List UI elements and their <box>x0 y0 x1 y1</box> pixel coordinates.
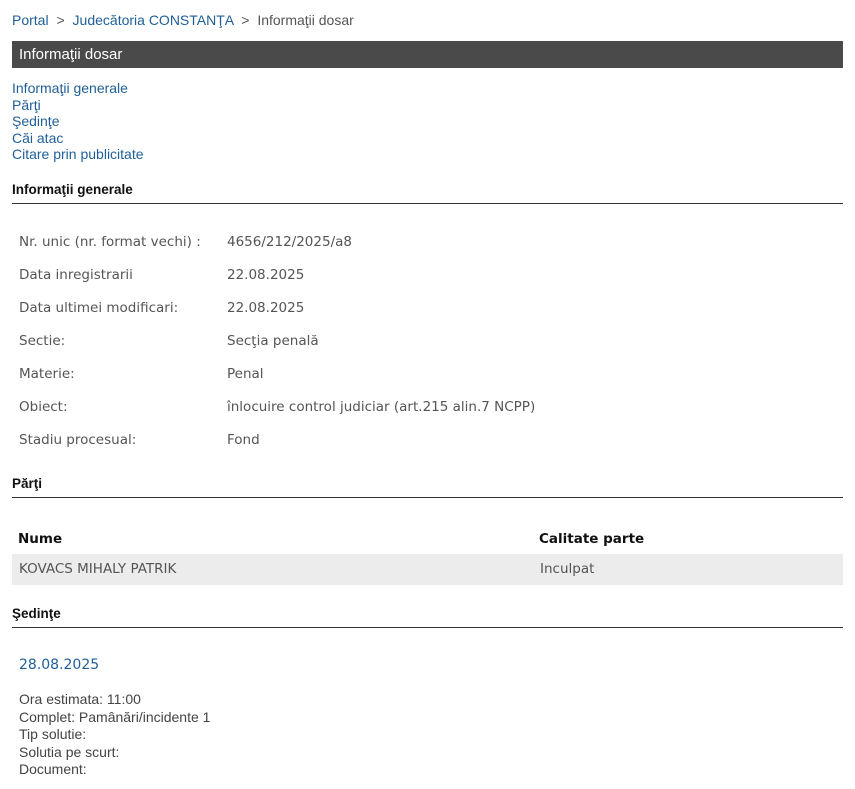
section-heading-informatii-generale: Informaţii generale <box>12 182 843 204</box>
breadcrumb-court-link[interactable]: Judecătoria CONSTANŢA <box>73 12 234 28</box>
breadcrumb: Portal > Judecătoria CONSTANŢA > Informa… <box>12 12 354 28</box>
hearing-panel: Complet: Pamânări/incidente 1 <box>19 708 211 725</box>
hearing-solution-summary: Solutia pe scurt: <box>19 743 120 760</box>
section-links: Informaţii generale Părţi Şedinţe Căi at… <box>12 80 144 163</box>
info-row: Materie: Penal <box>12 357 535 390</box>
section-heading-parti: Părţi <box>12 476 843 498</box>
toc-link-citare-publicitate[interactable]: Citare prin publicitate <box>12 146 144 162</box>
column-header-calitate-parte: Calitate parte <box>539 531 645 547</box>
info-row: Data ultimei modificari: 22.08.2025 <box>12 291 535 324</box>
info-value: înlocuire control judiciar (art.215 alin… <box>227 398 536 415</box>
info-label: Obiect: <box>19 398 68 415</box>
toc-link-sedinte[interactable]: Şedinţe <box>12 113 59 129</box>
party-name: KOVACS MIHALY PATRIK <box>19 561 177 577</box>
info-row: Sectie: Secţia penală <box>12 324 535 357</box>
info-row: Data inregistrarii 22.08.2025 <box>12 258 535 291</box>
breadcrumb-separator: > <box>241 12 250 28</box>
info-row: Nr. unic (nr. format vechi) : 4656/212/2… <box>12 225 535 258</box>
party-role: Inculpat <box>540 561 595 577</box>
toc-link-informatii-generale[interactable]: Informaţii generale <box>12 80 128 96</box>
info-value: Fond <box>227 431 260 448</box>
section-heading-sedinte: Şedinţe <box>12 606 843 628</box>
breadcrumb-portal-link[interactable]: Portal <box>12 12 49 28</box>
hearing-document: Document: <box>19 761 87 777</box>
info-label: Materie: <box>19 365 75 382</box>
info-label: Sectie: <box>19 332 66 349</box>
hearing-solution-type: Tip solutie: <box>19 726 87 742</box>
parti-table-header: Nume Calitate parte <box>12 524 843 554</box>
general-info-table: Nr. unic (nr. format vechi) : 4656/212/2… <box>12 225 535 456</box>
info-label: Stadiu procesual: <box>19 431 137 448</box>
panel-title: Informaţii dosar <box>12 41 843 68</box>
hearing-date-link[interactable]: 28.08.2025 <box>19 657 99 673</box>
toc-link-cai-atac[interactable]: Căi atac <box>12 130 63 146</box>
info-value: 22.08.2025 <box>227 299 305 316</box>
breadcrumb-current: Informaţii dosar <box>257 12 354 28</box>
column-header-nume: Nume <box>18 531 63 547</box>
breadcrumb-separator: > <box>56 12 65 28</box>
toc-link-parti[interactable]: Părţi <box>12 97 41 113</box>
info-label: Nr. unic (nr. format vechi) : <box>19 233 201 250</box>
hearing-estimated-time: Ora estimata: 11:00 <box>19 691 141 707</box>
table-row: KOVACS MIHALY PATRIK Inculpat <box>12 554 843 585</box>
info-row: Obiect: înlocuire control judiciar (art.… <box>12 390 535 423</box>
info-row: Stadiu procesual: Fond <box>12 423 535 456</box>
info-value: 4656/212/2025/a8 <box>227 233 352 250</box>
info-value: Penal <box>227 365 264 382</box>
info-label: Data inregistrarii <box>19 266 133 283</box>
info-label: Data ultimei modificari: <box>19 299 179 316</box>
hearing-details: Ora estimata: 11:00 Complet: Pamânări/in… <box>19 691 210 779</box>
info-value: Secţia penală <box>227 332 319 349</box>
info-value: 22.08.2025 <box>227 266 305 283</box>
